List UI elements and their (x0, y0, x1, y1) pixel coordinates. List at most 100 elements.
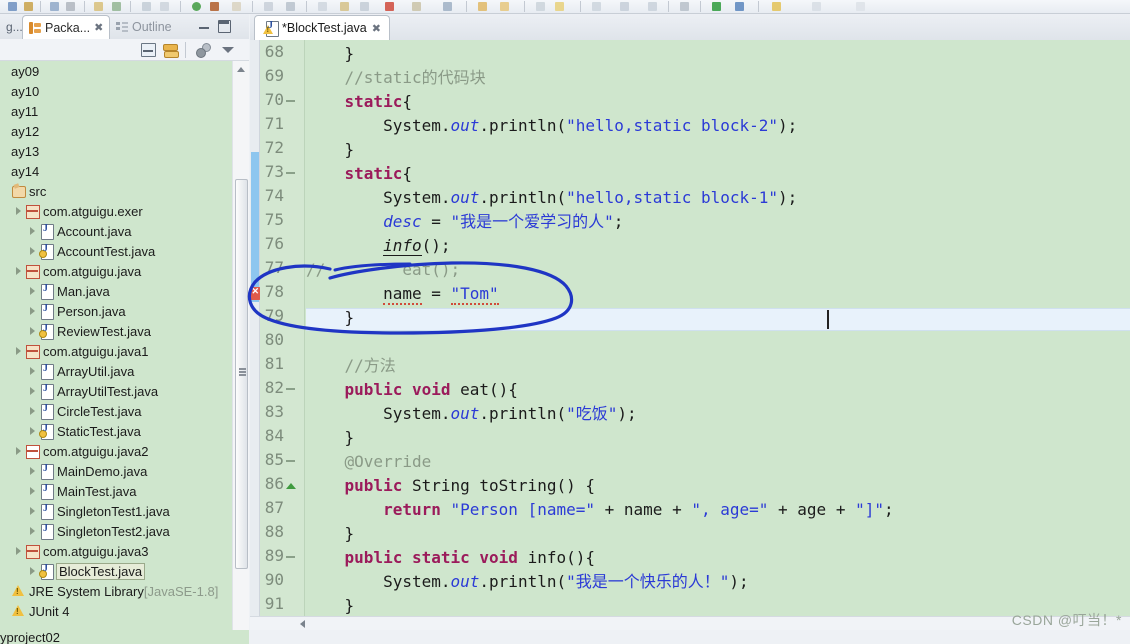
link-with-editor-icon[interactable] (163, 43, 179, 58)
code-line[interactable]: desc = "我是一个爱学习的人"; (306, 210, 1130, 234)
toolbar-icon[interactable] (160, 2, 169, 11)
code-line[interactable]: } (306, 594, 1130, 618)
toolbar-icon[interactable] (555, 2, 564, 11)
close-icon[interactable]: ✖ (372, 22, 381, 35)
expand-arrow-icon[interactable] (28, 521, 39, 541)
toolbar-icon[interactable] (318, 2, 327, 11)
tree-item-person-java[interactable]: Person.java (0, 301, 232, 321)
tree-item-com-atguigu-java2[interactable]: com.atguigu.java2 (0, 441, 232, 461)
toolbar-icon[interactable] (94, 2, 103, 11)
tree-item-statictest-java[interactable]: StaticTest.java (0, 421, 232, 441)
toolbar-icon[interactable] (8, 2, 17, 11)
code-line[interactable]: System.out.println("吃饭"); (306, 402, 1130, 426)
code-line[interactable]: } (306, 426, 1130, 450)
tree-item-ay14[interactable]: ay14 (0, 161, 232, 181)
toolbar-icon[interactable] (812, 2, 821, 11)
close-icon[interactable]: ✖ (94, 21, 103, 34)
code-line[interactable]: public static void info(){ (306, 546, 1130, 570)
toolbar-icon[interactable] (443, 2, 452, 11)
tree-item-src[interactable]: src (0, 181, 232, 201)
tree-item-singletontest2-java[interactable]: SingletonTest2.java (0, 521, 232, 541)
toolbar-icon[interactable] (620, 2, 629, 11)
code-line[interactable]: @Override (306, 450, 1130, 474)
code-line[interactable] (306, 330, 1130, 354)
expand-arrow-icon[interactable] (28, 501, 39, 521)
code-line[interactable]: return "Person [name=" + name + ", age="… (306, 498, 1130, 522)
expand-arrow-icon[interactable] (28, 221, 39, 241)
expand-arrow-icon[interactable] (28, 361, 39, 381)
code-line[interactable]: public void eat(){ (306, 378, 1130, 402)
toolbar-icon[interactable] (856, 2, 865, 11)
tree-item-man-java[interactable]: Man.java (0, 281, 232, 301)
code-line[interactable]: static{ (306, 162, 1130, 186)
expand-arrow-icon[interactable] (14, 541, 25, 561)
tree-scrollbar[interactable] (232, 61, 249, 644)
tree-item-junit-4[interactable]: JUnit 4 (0, 601, 232, 621)
toolbar-icon[interactable] (735, 2, 744, 11)
toolbar-icon[interactable] (500, 2, 509, 11)
tree-item-ay11[interactable]: ay11 (0, 101, 232, 121)
toolbar-icon[interactable] (24, 2, 33, 11)
code-line[interactable]: //static的代码块 (306, 66, 1130, 90)
tree-item-ay12[interactable]: ay12 (0, 121, 232, 141)
expand-arrow-icon[interactable] (28, 461, 39, 481)
expand-arrow-icon[interactable] (14, 441, 25, 461)
tree-item-ay09[interactable]: ay09 (0, 61, 232, 81)
tree-item-ay13[interactable]: ay13 (0, 141, 232, 161)
tree-item-ay10[interactable]: ay10 (0, 81, 232, 101)
toolbar-icon[interactable] (648, 2, 657, 11)
chevron-down-icon[interactable] (222, 47, 234, 53)
expand-arrow-icon[interactable] (14, 341, 25, 361)
expand-arrow-icon[interactable] (28, 561, 39, 581)
toolbar-icon[interactable] (286, 2, 295, 11)
toolbar-icon[interactable] (232, 2, 241, 11)
code-line[interactable]: public String toString() { (306, 474, 1130, 498)
tree-item-com-atguigu-java1[interactable]: com.atguigu.java1 (0, 341, 232, 361)
expand-arrow-icon[interactable] (28, 421, 39, 441)
tree-item-account-java[interactable]: Account.java (0, 221, 232, 241)
tree-item-com-atguigu-java[interactable]: com.atguigu.java (0, 261, 232, 281)
toolbar-run-icon[interactable] (192, 2, 201, 11)
expand-arrow-icon[interactable] (28, 401, 39, 421)
expand-arrow-icon[interactable] (28, 321, 39, 341)
code-editor[interactable]: 68 69 70 71 72 73 74 75 76 77 78 79 80 81 82 83 84 85 86 87… (250, 40, 1130, 630)
expand-arrow-icon[interactable] (28, 281, 39, 301)
minimize-icon[interactable] (198, 20, 211, 33)
tab-blocktest-java[interactable]: ! *BlockTest.java ✖ (254, 15, 390, 40)
tree-item-maintest-java[interactable]: MainTest.java (0, 481, 232, 501)
code-line[interactable]: System.out.println("hello,static block-1… (306, 186, 1130, 210)
horizontal-scrollbar[interactable] (250, 616, 1130, 630)
toolbar-icon[interactable] (478, 2, 487, 11)
tree-item-com-atguigu-java3[interactable]: com.atguigu.java3 (0, 541, 232, 561)
code-line[interactable]: } (306, 42, 1130, 66)
tree-item-maindemo-java[interactable]: MainDemo.java (0, 461, 232, 481)
toolbar-icon[interactable] (340, 2, 349, 11)
tree-item-arrayutil-java[interactable]: ArrayUtil.java (0, 361, 232, 381)
toolbar-icon[interactable] (772, 2, 781, 11)
code-line[interactable]: } (306, 522, 1130, 546)
code-line[interactable]: System.out.println("hello,static block-2… (306, 114, 1130, 138)
toolbar-icon[interactable] (712, 2, 721, 11)
fold-collapse-icon[interactable] (286, 480, 296, 490)
collapse-all-icon[interactable] (141, 43, 156, 57)
main-toolbar[interactable] (0, 0, 1130, 14)
toolbar-icon[interactable] (142, 2, 151, 11)
code-text[interactable]: } //static的代码块 static{ System.out.printl… (306, 40, 1130, 630)
code-line[interactable]: // eat(); (306, 258, 1130, 282)
code-line[interactable]: } (306, 138, 1130, 162)
tab-package-explorer[interactable]: Packa... ✖ (22, 15, 111, 39)
fold-toggle-icon[interactable] (286, 384, 296, 394)
fold-toggle-icon[interactable] (286, 552, 296, 562)
toolbar-icon[interactable] (50, 2, 59, 11)
tree-item-arrayutiltest-java[interactable]: ArrayUtilTest.java (0, 381, 232, 401)
tree-item-jre-system-library[interactable]: JRE System Library [JavaSE-1.8] (0, 581, 232, 601)
filters-icon[interactable] (196, 43, 212, 58)
toolbar-icon[interactable] (112, 2, 121, 11)
maximize-icon[interactable] (218, 20, 231, 33)
toolbar-icon[interactable] (385, 2, 394, 11)
tree-item-blocktest-java[interactable]: BlockTest.java (0, 561, 232, 581)
toolbar-icon[interactable] (412, 2, 421, 11)
project-tree[interactable]: ay09 ay10 ay11 ay12 ay13 ay14 src com.atguigu.e… (0, 61, 232, 644)
tree-item-reviewtest-java[interactable]: ReviewTest.java (0, 321, 232, 341)
fold-toggle-icon[interactable] (286, 96, 296, 106)
